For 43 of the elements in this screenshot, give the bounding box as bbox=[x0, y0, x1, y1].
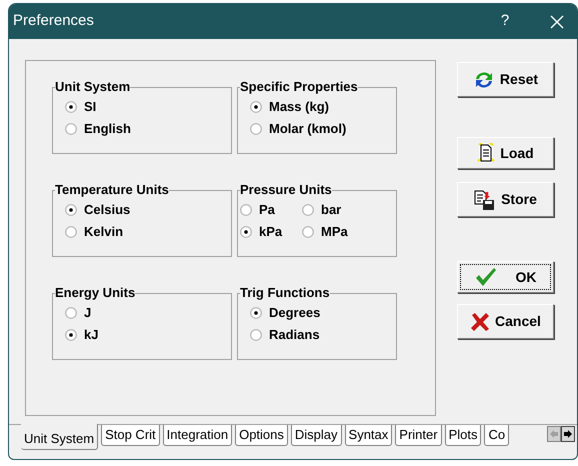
scroll-right-button[interactable] bbox=[561, 426, 575, 442]
group-title: Temperature Units bbox=[55, 182, 169, 198]
tab[interactable]: Printer bbox=[395, 425, 442, 446]
tab[interactable]: Unit System bbox=[21, 424, 98, 450]
checkmark-icon bbox=[474, 267, 496, 287]
tab[interactable]: Display bbox=[290, 425, 342, 446]
radio-option[interactable]: Celsius bbox=[65, 201, 130, 218]
radio-option[interactable]: Kelvin bbox=[65, 223, 124, 240]
radio-option[interactable]: Radians bbox=[250, 326, 320, 343]
radio-option[interactable]: Molar (kmol) bbox=[250, 120, 346, 137]
close-icon bbox=[550, 14, 564, 28]
action-button[interactable]: OK bbox=[457, 261, 554, 293]
tab[interactable]: Co bbox=[484, 425, 510, 446]
radio-option[interactable]: MPa bbox=[302, 223, 372, 240]
radio-option[interactable]: SI bbox=[65, 98, 96, 115]
group-title: Energy Units bbox=[55, 285, 136, 301]
radio-option[interactable]: English bbox=[65, 120, 131, 137]
tab[interactable]: Syntax bbox=[344, 425, 392, 446]
action-button[interactable]: Store bbox=[457, 182, 554, 217]
tab[interactable]: Plots bbox=[444, 425, 482, 446]
document-floppy-icon bbox=[474, 190, 496, 210]
radio-option[interactable]: kJ bbox=[65, 326, 98, 343]
tab[interactable]: Options bbox=[235, 425, 288, 446]
group-title: Specific Properties bbox=[240, 79, 358, 95]
radio-option[interactable]: Degrees bbox=[250, 304, 320, 321]
radio-option[interactable]: kPa bbox=[240, 223, 302, 240]
action-button[interactable]: Cancel bbox=[457, 304, 554, 339]
tab[interactable]: Integration bbox=[162, 425, 232, 446]
action-button[interactable]: Load bbox=[457, 137, 554, 169]
document-icon bbox=[477, 143, 496, 163]
radio-option[interactable]: bar bbox=[302, 201, 372, 218]
right-arrow-icon bbox=[564, 430, 572, 438]
radio-option[interactable]: J bbox=[65, 304, 92, 321]
group-title: Trig Functions bbox=[240, 285, 330, 301]
close-icon bbox=[470, 312, 490, 332]
tab[interactable]: Stop Crit bbox=[101, 425, 160, 446]
radio-option[interactable]: Mass (kg) bbox=[250, 98, 329, 115]
left-arrow-icon bbox=[550, 430, 558, 438]
action-button[interactable]: Reset bbox=[457, 62, 554, 97]
radio-option[interactable]: Pa bbox=[240, 201, 302, 218]
window-title: Preferences bbox=[13, 11, 94, 32]
help-button[interactable]: ? bbox=[493, 10, 517, 33]
group-title: Unit System bbox=[55, 79, 130, 95]
